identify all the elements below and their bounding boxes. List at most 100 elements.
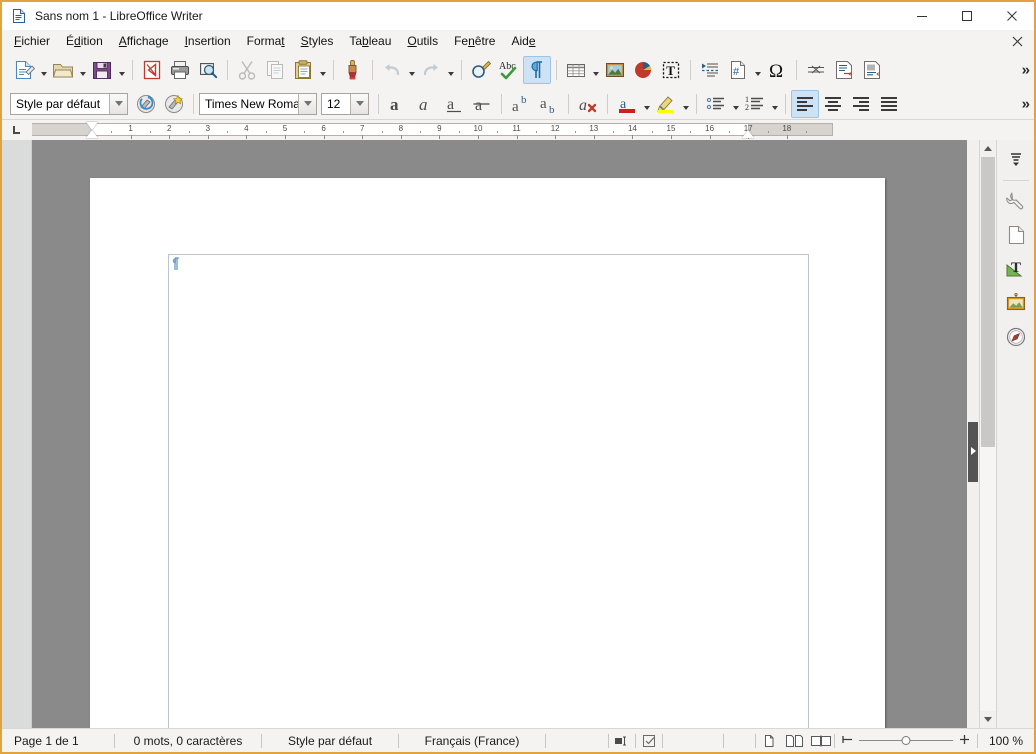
status-language[interactable]: Français (France) (399, 729, 545, 753)
document-page[interactable] (90, 178, 885, 728)
align-right-button[interactable] (847, 90, 875, 118)
menu-item-insertion[interactable]: Insertion (177, 31, 239, 51)
scroll-up-button[interactable] (980, 140, 996, 157)
align-left-button[interactable] (791, 89, 819, 118)
clear-formatting-button[interactable]: a (574, 90, 602, 118)
selection-mode-icon[interactable] (609, 734, 635, 748)
insert-footnote-button[interactable] (830, 56, 858, 84)
left-indent-marker[interactable] (86, 130, 98, 138)
underline-button[interactable]: a (440, 90, 468, 118)
insert-textbox-button[interactable]: T (657, 56, 685, 84)
insert-special-char-button[interactable]: Ω (763, 56, 791, 84)
status-word-count[interactable]: 0 mots, 0 caractères (115, 729, 261, 753)
horizontal-ruler[interactable]: 1 2 3 4 5 6 7 8 9 10 11 12 13 14 15 16 17 18 (32, 120, 978, 140)
menu-item-fenetre[interactable]: Fenêtre (446, 31, 503, 51)
bold-button[interactable]: a (384, 90, 412, 118)
paragraph-style-combo[interactable]: Style par défaut (10, 92, 128, 115)
status-insert-mode[interactable] (546, 729, 608, 753)
paragraph-style-dropdown-arrow[interactable] (109, 93, 127, 114)
vertical-scroll-thumb[interactable] (981, 157, 995, 447)
highlight-color-button[interactable] (652, 90, 680, 118)
insert-field-button[interactable]: # (724, 56, 752, 84)
font-color-button[interactable]: a (613, 90, 641, 118)
insert-endnote-button[interactable] (858, 56, 886, 84)
italic-button[interactable]: a (412, 90, 440, 118)
menu-item-aide[interactable]: Aide (503, 31, 543, 51)
sidebar-properties-button[interactable] (1001, 186, 1031, 216)
copy-button[interactable] (261, 56, 289, 84)
print-preview-button[interactable] (194, 56, 222, 84)
status-page-info[interactable]: Page 1 de 1 (2, 729, 114, 753)
zoom-in-button[interactable] (958, 733, 971, 748)
menu-item-styles[interactable]: Styles (293, 31, 342, 51)
ruler-text-area[interactable] (92, 123, 749, 136)
insert-image-button[interactable] (601, 56, 629, 84)
insert-table-dropdown-arrow[interactable] (590, 57, 601, 83)
open-document-dropdown-arrow[interactable] (77, 57, 88, 83)
new-document-dropdown-arrow[interactable] (38, 57, 49, 83)
status-page-style[interactable]: Style par défaut (262, 729, 398, 753)
font-name-dropdown-arrow[interactable] (298, 93, 316, 114)
font-color-dropdown-arrow[interactable] (641, 91, 652, 117)
subscript-button[interactable]: ab (535, 90, 563, 118)
close-button[interactable] (989, 2, 1034, 30)
menu-item-format[interactable]: Format (239, 31, 293, 51)
insert-field-dropdown-arrow[interactable] (752, 57, 763, 83)
paste-button[interactable] (289, 56, 317, 84)
insert-pagebreak-button[interactable] (696, 56, 724, 84)
unordered-list-button[interactable] (702, 90, 730, 118)
strikethrough-button[interactable]: a (468, 90, 496, 118)
status-digital-signature[interactable] (663, 729, 723, 753)
menu-item-edition[interactable]: Édition (58, 31, 111, 51)
new-style-button[interactable] (160, 90, 188, 118)
redo-button[interactable] (417, 56, 445, 84)
status-zoom-level[interactable]: 100 % (978, 729, 1034, 753)
export-pdf-button[interactable] (138, 56, 166, 84)
highlight-color-dropdown-arrow[interactable] (680, 91, 691, 117)
scroll-navigation-strip[interactable] (967, 140, 979, 728)
font-name-combo[interactable]: Times New Roman (199, 92, 317, 115)
sidebar-navigator-button[interactable] (1001, 322, 1031, 352)
undo-button[interactable] (378, 56, 406, 84)
insert-chart-button[interactable] (629, 56, 657, 84)
zoom-slider-track[interactable] (859, 736, 953, 745)
maximize-button[interactable] (944, 2, 989, 30)
single-page-view-icon[interactable] (756, 734, 782, 748)
ordered-list-button[interactable]: 1 2 (741, 90, 769, 118)
paste-dropdown-arrow[interactable] (317, 57, 328, 83)
redo-dropdown-arrow[interactable] (445, 57, 456, 83)
menu-item-outils[interactable]: Outils (399, 31, 446, 51)
unordered-list-dropdown-arrow[interactable] (730, 91, 741, 117)
font-size-dropdown-arrow[interactable] (350, 93, 368, 114)
text-frame[interactable] (168, 254, 809, 728)
scroll-navigation-thumb[interactable] (968, 422, 978, 482)
update-style-button[interactable] (132, 90, 160, 118)
book-view-icon[interactable] (808, 734, 834, 748)
align-justify-button[interactable] (875, 90, 903, 118)
minimize-button[interactable] (899, 2, 944, 30)
close-document-icon[interactable] (1008, 32, 1026, 50)
spelling-button[interactable]: Abc (495, 56, 523, 84)
ordered-list-dropdown-arrow[interactable] (769, 91, 780, 117)
document-canvas[interactable] (32, 140, 967, 728)
multi-page-view-icon[interactable] (782, 734, 808, 748)
sidebar-settings-button[interactable] (1001, 144, 1031, 174)
save-document-button[interactable] (88, 56, 116, 84)
standard-toolbar-overflow-button[interactable]: » (1022, 63, 1030, 78)
formatting-toolbar-overflow-button[interactable]: » (1022, 96, 1030, 111)
menu-item-fichier[interactable]: Fichier (6, 31, 58, 51)
undo-dropdown-arrow[interactable] (406, 57, 417, 83)
zoom-slider-knob[interactable] (901, 736, 911, 745)
open-document-button[interactable] (49, 56, 77, 84)
tab-stop-left-icon[interactable] (2, 120, 32, 140)
vertical-scroll-track[interactable] (980, 157, 996, 711)
sidebar-page-button[interactable] (1001, 220, 1031, 250)
save-document-dropdown-arrow[interactable] (116, 57, 127, 83)
scroll-down-button[interactable] (980, 711, 996, 728)
align-center-button[interactable] (819, 90, 847, 118)
cut-button[interactable] (233, 56, 261, 84)
new-document-button[interactable] (10, 56, 38, 84)
print-button[interactable] (166, 56, 194, 84)
ruler-left-margin[interactable] (32, 123, 92, 136)
find-replace-button[interactable] (467, 56, 495, 84)
